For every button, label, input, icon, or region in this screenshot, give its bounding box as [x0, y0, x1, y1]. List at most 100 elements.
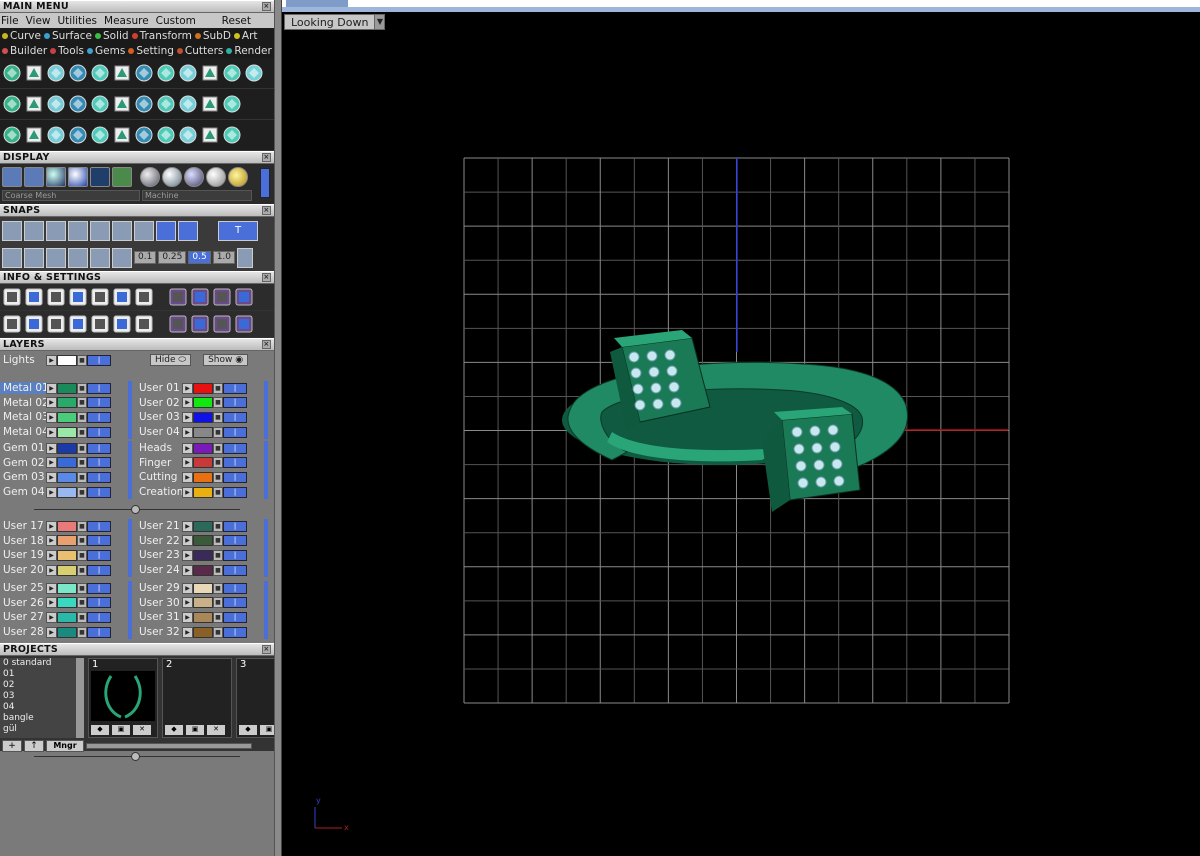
snap-value-3[interactable]: 1.0: [212, 251, 236, 264]
visibility-toggle[interactable]: |: [87, 626, 111, 638]
visibility-toggle[interactable]: |: [87, 611, 111, 623]
project-item[interactable]: 0 standard: [3, 658, 76, 669]
layer-name[interactable]: User 01: [136, 382, 182, 394]
visibility-toggle[interactable]: |: [223, 611, 247, 623]
lock-icon[interactable]: ■: [213, 564, 223, 576]
feather-icon[interactable]: [178, 63, 198, 83]
drop-icon[interactable]: [156, 94, 176, 114]
shaded-icon[interactable]: [24, 167, 44, 187]
slot-load-icon[interactable]: ◆: [239, 725, 257, 735]
play-icon[interactable]: ▶: [182, 535, 193, 547]
visibility-toggle[interactable]: |: [223, 442, 247, 454]
play-icon[interactable]: ▶: [182, 520, 193, 532]
layer-name[interactable]: User 31: [136, 611, 182, 623]
layer-row[interactable]: User 20 ▶ ■ |: [0, 563, 111, 578]
play-icon[interactable]: ▶: [46, 486, 57, 498]
project-slider[interactable]: [86, 743, 252, 749]
sphere-render-icon[interactable]: [68, 167, 88, 187]
layer-name[interactable]: User 27: [0, 611, 46, 623]
slot-load-icon[interactable]: ◆: [91, 725, 109, 735]
snap-axis-icon[interactable]: [112, 247, 132, 268]
globe-icon[interactable]: [2, 63, 22, 83]
lock-icon[interactable]: ■: [77, 626, 87, 638]
plane-icon[interactable]: [46, 287, 66, 307]
visibility-toggle[interactable]: |: [87, 397, 111, 409]
play-icon[interactable]: ▶: [46, 549, 57, 561]
layer-color-swatch[interactable]: [193, 382, 213, 394]
layer-name[interactable]: Gem 04: [0, 486, 46, 498]
snap-value-0[interactable]: 0.1: [134, 251, 157, 264]
material-combo[interactable]: Machine: [142, 190, 252, 201]
layer-name[interactable]: Metal 04: [0, 426, 46, 438]
snap-grid-icon[interactable]: [2, 220, 22, 241]
play-icon[interactable]: ▶: [182, 611, 193, 623]
measure-icon[interactable]: [168, 287, 188, 307]
layer-row[interactable]: User 19 ▶ ■ |: [0, 548, 111, 563]
close-icon[interactable]: ×: [262, 153, 271, 162]
lock-icon[interactable]: ■: [77, 611, 87, 623]
show-button[interactable]: Show ◉: [203, 354, 249, 366]
slot-save-icon[interactable]: ▣: [186, 725, 204, 735]
layer-color-swatch[interactable]: [193, 457, 213, 469]
cube-icon[interactable]: [222, 63, 242, 83]
layer-row[interactable]: Heads ▶ ■ |: [136, 441, 247, 456]
layer-name[interactable]: Gem 03: [0, 471, 46, 483]
mirror-icon[interactable]: [178, 125, 198, 145]
layer-name[interactable]: Gem 01: [0, 442, 46, 454]
lock-icon[interactable]: ■: [213, 486, 223, 498]
snap-curve-icon[interactable]: [24, 220, 44, 241]
layer-color-swatch[interactable]: [193, 626, 213, 638]
sparkle-icon[interactable]: [234, 314, 254, 334]
layer-name[interactable]: User 17: [0, 520, 46, 532]
layer-color-swatch[interactable]: [57, 611, 77, 623]
windows-icon[interactable]: [2, 314, 22, 334]
play-icon[interactable]: ▶: [46, 520, 57, 532]
lamp-icon[interactable]: [68, 63, 88, 83]
play-icon[interactable]: ▶: [182, 582, 193, 594]
layer-color-swatch[interactable]: [57, 471, 77, 483]
visibility-toggle[interactable]: |: [223, 426, 247, 438]
layer-color-swatch[interactable]: [57, 426, 77, 438]
visibility-toggle[interactable]: |: [87, 535, 111, 547]
slot-save-icon[interactable]: ▣: [112, 725, 130, 735]
brush-icon[interactable]: [112, 287, 132, 307]
visibility-toggle[interactable]: |: [223, 582, 247, 594]
lock-icon[interactable]: ■: [213, 397, 223, 409]
layer-name[interactable]: Finger: [136, 457, 182, 469]
layer-name[interactable]: Creation: [136, 486, 182, 498]
visibility-toggle[interactable]: |: [87, 354, 111, 366]
layer-row[interactable]: User 01 ▶ ■ |: [136, 381, 247, 396]
layer-color-swatch[interactable]: [193, 520, 213, 532]
speaker-icon[interactable]: [90, 63, 110, 83]
visibility-toggle[interactable]: |: [223, 411, 247, 423]
layer-row[interactable]: Gem 01 ▶ ■ |: [0, 441, 111, 456]
camera-icon[interactable]: [168, 314, 188, 334]
pen-icon[interactable]: [156, 63, 176, 83]
mode-tab-transform[interactable]: Transform: [131, 30, 192, 42]
layer-row[interactable]: Cutting ▶ ■ |: [136, 470, 247, 485]
visibility-toggle[interactable]: |: [87, 471, 111, 483]
play-icon[interactable]: ▶: [182, 549, 193, 561]
layer-name[interactable]: Metal 01: [0, 382, 46, 395]
play-icon[interactable]: ▶: [46, 626, 57, 638]
snap-circle-icon[interactable]: [134, 220, 154, 241]
layer-name[interactable]: Gem 02: [0, 457, 46, 469]
lock-icon[interactable]: ■: [213, 520, 223, 532]
bracelet-icon[interactable]: [90, 94, 110, 114]
book-icon[interactable]: [68, 314, 88, 334]
visibility-toggle[interactable]: |: [87, 486, 111, 498]
mode-tab-solid[interactable]: Solid: [95, 30, 129, 42]
wrench-icon[interactable]: [2, 94, 22, 114]
layer-color-swatch[interactable]: [57, 397, 77, 409]
layer-name[interactable]: User 21: [136, 520, 182, 532]
layer-name[interactable]: User 26: [0, 597, 46, 609]
layer-color-swatch[interactable]: [193, 426, 213, 438]
mode-tab-builder[interactable]: Builder: [2, 45, 47, 57]
layer-color-swatch[interactable]: [57, 457, 77, 469]
layer-row[interactable]: Metal 03 ▶ ■ |: [0, 410, 111, 425]
layer-name[interactable]: User 29: [136, 582, 182, 594]
lock-icon[interactable]: ■: [213, 535, 223, 547]
slot-load-icon[interactable]: ◆: [165, 725, 183, 735]
layer-color-swatch[interactable]: [193, 564, 213, 576]
gold-sphere-icon[interactable]: [228, 167, 248, 187]
